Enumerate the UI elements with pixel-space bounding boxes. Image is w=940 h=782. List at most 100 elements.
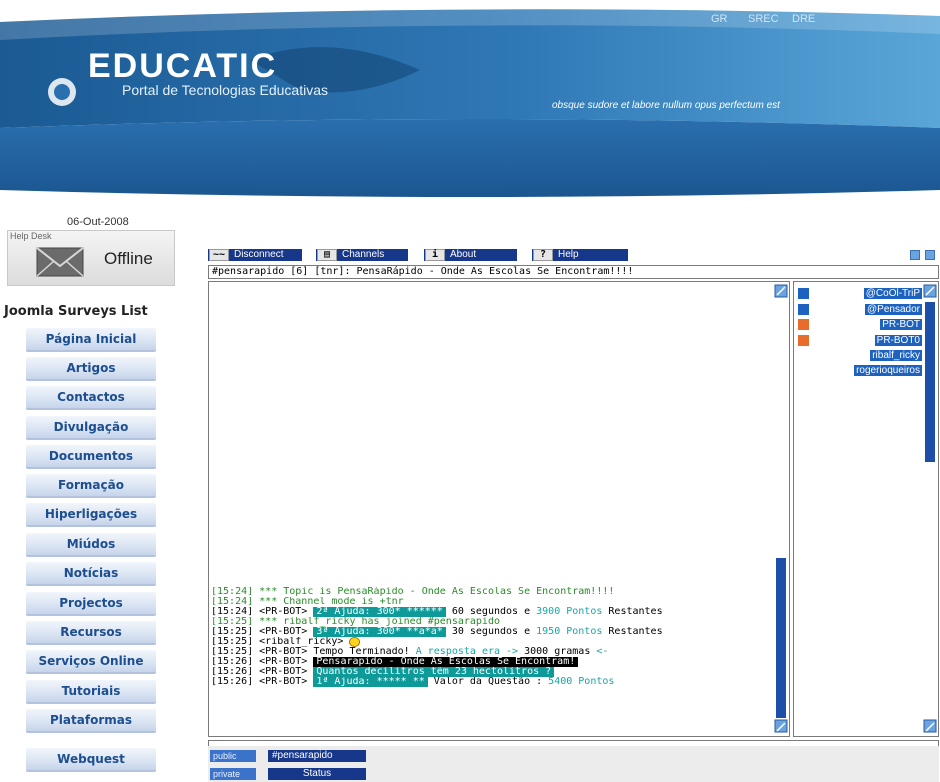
channels-icon: ▤ bbox=[317, 249, 337, 261]
msg-prefix: [15:24] <PR-BOT> bbox=[211, 607, 308, 617]
tab-status[interactable]: Status bbox=[268, 768, 366, 780]
chat-line: [15:24] *** Channel mode is +tnr bbox=[211, 597, 404, 607]
chat-messages-panel: [15:24] *** Topic is PensaRápido - Onde … bbox=[208, 281, 790, 737]
msg-prefix: [15:25] <ribalf_ricky> bbox=[211, 637, 344, 647]
chat-line: [15:26] <PR-BOT> Quantos decilitros têm … bbox=[211, 667, 771, 677]
envelope-icon bbox=[36, 247, 84, 277]
nick-name: PR-BOT bbox=[880, 319, 922, 330]
operator-badge-icon bbox=[798, 304, 809, 315]
nick-name: ribalf_ricky bbox=[870, 350, 922, 361]
nav-recursos[interactable]: Recursos bbox=[26, 621, 156, 645]
msg-prefix: [15:26] <PR-BOT> bbox=[211, 657, 308, 667]
top-link-dre[interactable]: DRE bbox=[792, 13, 815, 25]
tab-channel-pensarapido[interactable]: #pensarapido bbox=[268, 750, 366, 762]
user-list-scrollbar[interactable] bbox=[923, 284, 937, 734]
bot-badge-icon bbox=[798, 319, 809, 330]
top-link-srec[interactable]: SREC bbox=[748, 13, 779, 25]
nav-hiperligacoes[interactable]: Hiperligações bbox=[26, 503, 156, 527]
helpdesk-title: Help Desk bbox=[10, 231, 52, 241]
nav-noticias[interactable]: Notícias bbox=[26, 562, 156, 586]
nick-item[interactable]: PR-BOT bbox=[798, 319, 922, 331]
nick-item[interactable]: ribalf_ricky bbox=[798, 350, 922, 362]
nav-documentos[interactable]: Documentos bbox=[26, 445, 156, 469]
msg-suffix: Restantes bbox=[608, 627, 663, 637]
chat-toolbar: ~~ Disconnect ▤ Channels i About ? Help bbox=[207, 246, 940, 264]
window-tabs: public #pensarapido private Status bbox=[208, 746, 939, 782]
user-list-panel: @CoOl-TriP @Pensador PR-BOT PR-BOT0 riba… bbox=[793, 281, 939, 737]
channels-button[interactable]: ▤ Channels bbox=[316, 249, 408, 261]
msg-question: Quantos decilitros têm 23 hectolitros ? bbox=[313, 667, 555, 677]
nav-miudos[interactable]: Miúdos bbox=[26, 533, 156, 557]
msg-prefix: [15:25] <PR-BOT> Tempo Terminado! bbox=[211, 647, 410, 657]
helpdesk-status: Offline bbox=[104, 249, 153, 268]
nav-formacao[interactable]: Formação bbox=[26, 474, 156, 498]
maximize-window-icon[interactable] bbox=[925, 250, 935, 260]
nick-item[interactable]: @Pensador bbox=[798, 304, 922, 316]
msg-value-label: Valor da Questão : bbox=[433, 677, 543, 687]
msg-time: 60 segundos e bbox=[451, 607, 531, 617]
surveys-list-title[interactable]: Joomla Surveys List bbox=[4, 304, 148, 319]
question-icon: ? bbox=[533, 249, 553, 261]
chat-line: [15:26] <PR-BOT> Pensarapido - Onde As E… bbox=[211, 657, 771, 667]
chat-log: [15:24] *** Topic is PensaRápido - Onde … bbox=[211, 587, 771, 687]
nick-name: rogerioqueiros bbox=[854, 365, 922, 376]
nav-tutoriais[interactable]: Tutoriais bbox=[26, 680, 156, 704]
msg-hint: 1ª Ajuda: ***** ** bbox=[313, 677, 428, 687]
helpdesk-widget[interactable]: Help Desk Offline bbox=[7, 230, 175, 286]
nav-pagina-inicial[interactable]: Página Inicial bbox=[26, 328, 156, 352]
msg-arrow: <- bbox=[596, 647, 609, 657]
chat-line: [15:25] <PR-BOT> Tempo Terminado! A resp… bbox=[211, 647, 771, 657]
nav-divulgacao[interactable]: Divulgação bbox=[26, 416, 156, 440]
top-link-gr[interactable]: GR bbox=[711, 13, 728, 25]
msg-banner: Pensarapido - Onde As Escolas Se Encontr… bbox=[313, 657, 579, 667]
about-button[interactable]: i About bbox=[424, 249, 517, 261]
chat-line: [15:24] *** Topic is PensaRápido - Onde … bbox=[211, 587, 615, 597]
irc-chat-applet: ~~ Disconnect ▤ Channels i About ? Help … bbox=[207, 246, 940, 782]
site-banner: GR SREC DRE EDUCATIC Portal de Tecnologi… bbox=[0, 0, 940, 205]
banner-graphic bbox=[0, 0, 940, 205]
chat-line: [15:26] <PR-BOT> 1ª Ajuda: ***** ** Valo… bbox=[211, 677, 771, 687]
nav-artigos[interactable]: Artigos bbox=[26, 357, 156, 381]
operator-badge-icon bbox=[798, 288, 809, 299]
nick-name: PR-BOT0 bbox=[874, 335, 922, 346]
site-subtitle: Portal de Tecnologias Educativas bbox=[122, 82, 328, 98]
nav-contactos[interactable]: Contactos bbox=[26, 386, 156, 410]
nick-item[interactable]: PR-BOT0 bbox=[798, 335, 922, 347]
nav-servicos-online[interactable]: Serviços Online bbox=[26, 650, 156, 674]
minimize-window-icon[interactable] bbox=[910, 250, 920, 260]
help-button[interactable]: ? Help bbox=[532, 249, 628, 261]
msg-prefix: [15:26] <PR-BOT> bbox=[211, 677, 308, 687]
site-motto: obsque sudore et labore nullum opus perf… bbox=[552, 100, 780, 111]
msg-hint: 2ª Ajuda: 300* ****** bbox=[313, 607, 446, 617]
chat-line: [15:24] <PR-BOT> 2ª Ajuda: 300* ****** 6… bbox=[211, 607, 771, 617]
public-tab-label: public bbox=[210, 750, 256, 762]
chat-line: [15:25] <ribalf_ricky> bbox=[211, 637, 771, 647]
msg-time: 30 segundos e bbox=[451, 627, 531, 637]
msg-suffix: Restantes bbox=[608, 607, 663, 617]
msg-points: 5400 Pontos bbox=[548, 677, 615, 687]
channel-topic: #pensarapido [6] [tnr]: PensaRápido - On… bbox=[208, 265, 939, 279]
about-label: About bbox=[450, 249, 477, 260]
msg-prefix: [15:26] <PR-BOT> bbox=[211, 667, 308, 677]
nick-item[interactable]: @CoOl-TriP bbox=[798, 288, 922, 300]
chat-scrollbar[interactable] bbox=[774, 284, 788, 734]
nav-plataformas[interactable]: Plataformas bbox=[26, 709, 156, 733]
nick-item[interactable]: rogerioqueiros bbox=[798, 365, 922, 377]
msg-prefix: [15:25] <PR-BOT> bbox=[211, 627, 308, 637]
msg-points: 1950 Pontos bbox=[536, 627, 603, 637]
smiley-icon bbox=[349, 637, 361, 647]
disconnect-label: Disconnect bbox=[234, 249, 284, 260]
nav-projectos[interactable]: Projectos bbox=[26, 592, 156, 616]
private-tab-label: private bbox=[210, 768, 256, 780]
msg-answer-label: A resposta era -> bbox=[415, 647, 519, 657]
help-label: Help bbox=[558, 249, 579, 260]
info-icon: i bbox=[425, 249, 445, 261]
nick-name: @CoOl-TriP bbox=[863, 288, 922, 299]
site-logo[interactable]: EDUCATIC bbox=[88, 47, 277, 86]
disconnect-button[interactable]: ~~ Disconnect bbox=[208, 249, 302, 261]
bot-badge-icon bbox=[798, 335, 809, 346]
current-date: 06-Out-2008 bbox=[67, 216, 129, 228]
nav-webquest[interactable]: Webquest bbox=[26, 748, 156, 772]
msg-answer: 3000 gramas bbox=[524, 647, 591, 657]
disconnect-icon: ~~ bbox=[209, 249, 229, 261]
